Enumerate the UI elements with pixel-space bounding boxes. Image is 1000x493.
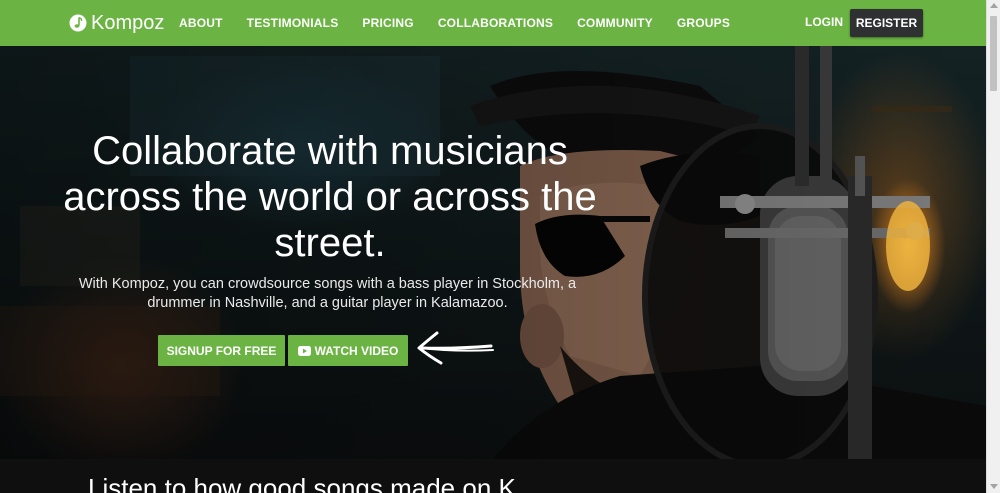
nav-link-groups[interactable]: GROUPS [665, 16, 742, 30]
signup-button-label: SIGNUP FOR FREE [166, 343, 277, 358]
scrollbar-thumb[interactable] [990, 16, 997, 91]
nav-link-pricing[interactable]: PRICING [350, 16, 425, 30]
next-section: Listen to how good songs made on K [0, 459, 986, 493]
youtube-play-icon [297, 345, 311, 356]
register-button[interactable]: REGISTER [850, 9, 923, 37]
scroll-up-icon[interactable] [990, 3, 998, 8]
hero-section: Collaborate with musicians across the wo… [0, 46, 986, 493]
nav-link-about[interactable]: ABOUT [167, 16, 235, 30]
top-navbar: Kompoz ABOUT TESTIMONIALS PRICING COLLAB… [0, 0, 986, 46]
nav-link-community[interactable]: COMMUNITY [565, 16, 665, 30]
brand-logo[interactable]: Kompoz [69, 10, 164, 36]
login-link[interactable]: LOGIN [793, 15, 855, 29]
page: Kompoz ABOUT TESTIMONIALS PRICING COLLAB… [0, 0, 1000, 493]
hero-overlay [0, 46, 986, 493]
watch-video-button[interactable]: WATCH VIDEO [288, 335, 408, 366]
scroll-down-icon[interactable] [990, 484, 998, 489]
nav-link-collaborations[interactable]: COLLABORATIONS [426, 16, 565, 30]
hero-headline: Collaborate with musicians across the wo… [63, 129, 597, 265]
next-section-heading: Listen to how good songs made on K [88, 473, 516, 493]
nav-link-testimonials[interactable]: TESTIMONIALS [235, 16, 351, 30]
signup-button[interactable]: SIGNUP FOR FREE [158, 335, 285, 366]
note-icon [69, 14, 87, 32]
brand-name: Kompoz [91, 11, 165, 34]
hero-subtext: With Kompoz, you can crowdsource songs w… [78, 276, 577, 311]
watch-video-label: WATCH VIDEO [314, 343, 399, 358]
hand-drawn-arrow-icon [417, 331, 494, 365]
nav-links: ABOUT TESTIMONIALS PRICING COLLABORATION… [167, 0, 742, 46]
page-scrollbar[interactable] [986, 0, 1000, 493]
